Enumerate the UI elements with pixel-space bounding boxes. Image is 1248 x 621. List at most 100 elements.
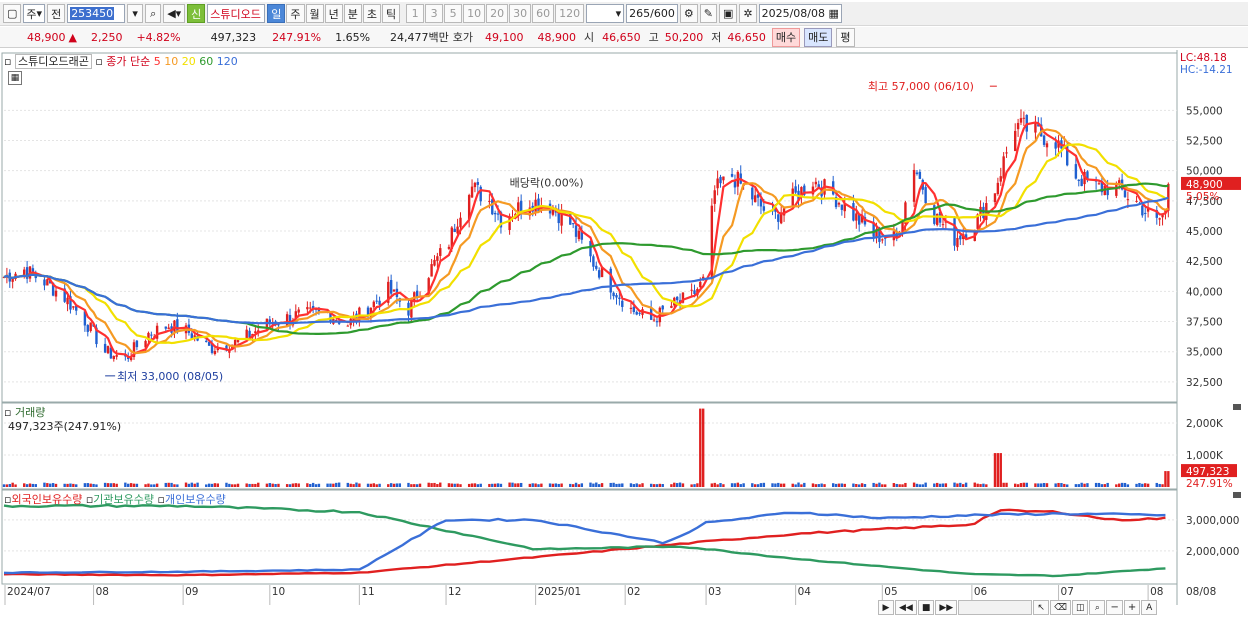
tool-icon[interactable]: ↖: [1033, 600, 1050, 615]
volume-bar: [840, 483, 844, 487]
eval-button[interactable]: 평: [836, 27, 855, 47]
stop-icon[interactable]: ■: [917, 600, 935, 615]
stock-name[interactable]: 스튜디오드: [207, 4, 266, 23]
interval-button-30[interactable]: 30: [509, 4, 532, 23]
volume-bar: [794, 484, 797, 487]
candle: [751, 187, 754, 200]
volume-bar: [337, 482, 341, 487]
period-tab-5[interactable]: 초: [362, 4, 382, 23]
interval-select[interactable]: ▾: [586, 4, 625, 23]
panel-close-icon: [1233, 404, 1241, 410]
search-icon[interactable]: ⌕: [145, 4, 162, 23]
settings-tools-icon[interactable]: ⚙: [679, 4, 698, 23]
turnover: 1.65%: [335, 30, 371, 44]
interval-button-1[interactable]: 1: [406, 4, 425, 23]
market-select[interactable]: 주 ▾: [23, 4, 46, 23]
tool-icon[interactable]: ⌕: [1089, 600, 1106, 615]
volume-bar: [759, 483, 763, 487]
volume-bar: [912, 482, 916, 487]
candle: [956, 237, 959, 248]
x-axis-label: 06: [974, 586, 988, 598]
volume-label: 497,323주(247.91%): [8, 420, 122, 433]
volume-bar: [274, 484, 277, 487]
arrow-up-icon: ▲: [68, 30, 77, 44]
speaker-icon[interactable]: ◀▾: [163, 4, 186, 23]
individual-label: 개인보유수량: [164, 493, 226, 506]
draw-tools-icon[interactable]: ✎: [699, 4, 717, 23]
candle: [150, 334, 153, 336]
volume-bar: [1141, 483, 1144, 487]
period-tab-6[interactable]: 틱: [382, 4, 401, 23]
interval-button-120[interactable]: 120: [555, 4, 585, 23]
ma-legend-5: 5: [153, 55, 161, 68]
x-axis-label: 07: [1061, 586, 1074, 598]
tool-icon[interactable]: ◫: [1071, 600, 1089, 615]
period-tab-1[interactable]: 주: [286, 4, 305, 23]
volume-bar: [103, 482, 107, 487]
volume-bar: [288, 484, 292, 487]
code-input[interactable]: 253450: [67, 4, 126, 23]
volume-bar: [592, 483, 595, 487]
candle: [306, 307, 309, 310]
volume-tick-label: 2,000K: [1186, 418, 1224, 430]
candle: [941, 224, 945, 226]
volume-bar: [1077, 484, 1080, 487]
price-tick-label: 52,500: [1186, 135, 1223, 147]
period-tab-4[interactable]: 분: [343, 4, 362, 23]
dropdown-icon[interactable]: ▾: [127, 4, 144, 23]
volume-bar: [43, 482, 46, 487]
date-field[interactable]: 2025/08/08 ▦: [758, 4, 842, 23]
candle: [430, 264, 433, 277]
candle: [953, 218, 956, 246]
buy-button[interactable]: 매수: [771, 27, 801, 47]
period-tab-3[interactable]: 년: [324, 4, 343, 23]
volume-bar: [207, 483, 211, 487]
period-tab-0[interactable]: 일: [267, 4, 286, 23]
font-size-icon[interactable]: A: [1141, 600, 1158, 615]
volume-bar: [690, 484, 693, 487]
interval-button-5[interactable]: 5: [444, 4, 463, 23]
interval-buttons: 1 3 5 10 20 30 60 120: [406, 4, 585, 23]
interval-button-20[interactable]: 20: [486, 4, 509, 23]
sell-button[interactable]: 매도: [804, 27, 833, 47]
volume-bar: [1086, 483, 1089, 487]
interval-button-10[interactable]: 10: [463, 4, 486, 23]
kind-button[interactable]: 전: [47, 4, 66, 23]
tool-icon[interactable]: ⌫: [1050, 600, 1071, 615]
scroll-right-icon[interactable]: ▶: [878, 600, 894, 615]
candle: [309, 307, 312, 309]
interval-button-60[interactable]: 60: [532, 4, 555, 23]
save-icon[interactable]: ▣: [718, 4, 738, 23]
candle: [693, 290, 696, 294]
ma-legend-20: 20: [178, 55, 196, 68]
volume-bar: [551, 483, 555, 487]
volume-bar: [332, 483, 335, 487]
volume-bar: [248, 483, 251, 487]
volume-bar: [164, 482, 167, 487]
volume-bar: [231, 484, 234, 487]
zoom-in-icon[interactable]: +: [1123, 600, 1141, 615]
window-icon[interactable]: ▢: [3, 4, 22, 23]
period-tab-2[interactable]: 월: [305, 4, 324, 23]
volume-bar: [1054, 483, 1057, 487]
count-field[interactable]: 265/600: [626, 4, 678, 23]
candle: [72, 306, 75, 308]
grid-icon[interactable]: ▦: [8, 71, 22, 85]
gear-icon[interactable]: ✲: [739, 4, 757, 23]
stock-chart[interactable]: 55,00052,50050,00047,50045,00042,50040,0…: [0, 50, 1248, 621]
interval-button-3[interactable]: 3: [425, 4, 444, 23]
volume-bar: [1037, 483, 1040, 487]
volume-bar: [83, 483, 87, 487]
nav-controls: ▶ ◀◀ ■ ▶▶ ↖ ⌫ ◫ ⌕ − + A: [878, 600, 1158, 615]
volume-bar: [473, 483, 477, 487]
zoom-out-icon[interactable]: −: [1106, 600, 1123, 615]
forward-icon[interactable]: ▶▶: [935, 600, 958, 615]
rewind-icon[interactable]: ◀◀: [895, 600, 917, 615]
candle: [493, 212, 497, 215]
volume-bar: [782, 483, 786, 487]
volume-bar: [75, 484, 78, 487]
volume-bar: [170, 482, 173, 487]
volume-bar: [514, 483, 517, 487]
price-tick-label: 50,000: [1186, 166, 1223, 178]
scroll-track[interactable]: [958, 600, 1033, 615]
